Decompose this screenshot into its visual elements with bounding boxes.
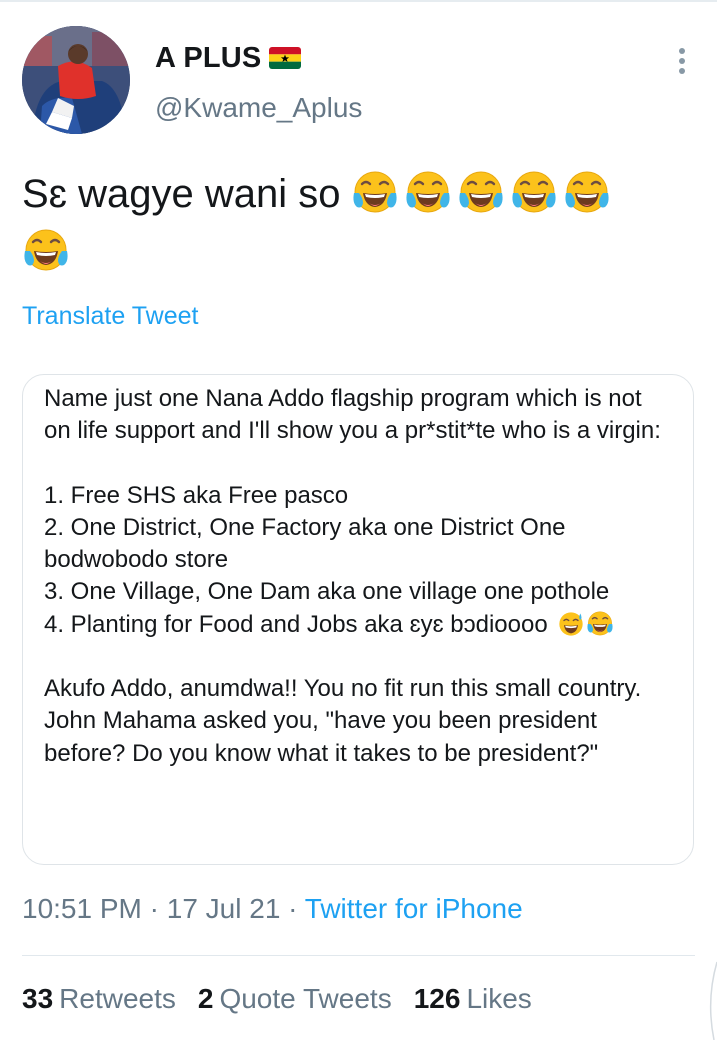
face-with-tears-of-joy-icon <box>586 610 614 638</box>
more-options-icon[interactable] <box>670 46 694 76</box>
retweets-stat[interactable]: 33 Retweets <box>22 983 176 1015</box>
tweet-text-body: Sɛ wagye wani so <box>22 172 341 216</box>
likes-label: Likes <box>466 983 532 1014</box>
face-with-tears-of-joy-icon <box>22 227 70 275</box>
scroll-edge-decoration <box>709 961 717 1040</box>
quote-item: 1. Free SHS aka Free pasco <box>44 481 349 509</box>
top-divider <box>0 0 717 2</box>
display-name-row: A PLUS <box>155 40 362 76</box>
tweet-time: 10:51 PM <box>22 893 142 924</box>
face-with-tears-of-joy-icon <box>351 169 399 217</box>
ghana-flag-icon <box>269 47 302 69</box>
face-with-tears-of-joy-icon <box>404 169 452 217</box>
display-name: A PLUS <box>155 41 262 74</box>
tweet-meta: 10:51 PM · 17 Jul 21 · Twitter for iPhon… <box>22 893 523 925</box>
tweet-text: Sɛ wagye wani so <box>22 165 694 281</box>
retweets-count: 33 <box>22 983 54 1014</box>
stats-divider <box>22 955 695 956</box>
meta-separator: · <box>288 893 298 924</box>
quote-tweets-label: Quote Tweets <box>219 983 392 1014</box>
tweet-date: 17 Jul 21 <box>166 893 281 924</box>
quote-item: 4. Planting for Food and Jobs aka ɛyɛ bɔ… <box>44 610 548 638</box>
likes-stat[interactable]: 126 Likes <box>414 983 532 1015</box>
quote-item: 2. One District, One Factory aka one Dis… <box>44 513 566 574</box>
quote-item: 3. One Village, One Dam aka one village … <box>44 578 610 606</box>
face-with-tears-of-joy-icon <box>510 169 558 217</box>
quote-intro: Name just one Nana Addo flagship program… <box>44 385 661 445</box>
retweets-label: Retweets <box>59 983 176 1014</box>
user-info[interactable]: A PLUS @Kwame_Aplus <box>155 40 362 124</box>
meta-separator: · <box>149 893 159 924</box>
avatar-photo <box>22 26 130 134</box>
translate-tweet-link[interactable]: Translate Tweet <box>22 302 198 331</box>
avatar[interactable] <box>22 26 130 134</box>
tweet-header: A PLUS @Kwame_Aplus <box>22 26 694 136</box>
likes-count: 126 <box>413 983 461 1014</box>
quoted-tweet-card[interactable]: Name just one Nana Addo flagship program… <box>22 374 694 865</box>
grinning-face-with-sweat-icon <box>557 610 585 638</box>
engagement-stats: 33 Retweets 2 Quote Tweets 126 Likes <box>22 983 532 1015</box>
face-with-tears-of-joy-icon <box>457 169 505 217</box>
quote-outro: Akufo Addo, anumdwa!! You no fit run thi… <box>44 675 642 767</box>
quote-tweets-stat[interactable]: 2 Quote Tweets <box>198 983 392 1015</box>
quote-item-with-emoji: 4. Planting for Food and Jobs aka ɛyɛ bɔ… <box>44 609 673 641</box>
tweet-source-link[interactable]: Twitter for iPhone <box>305 893 523 924</box>
user-handle: @Kwame_Aplus <box>155 92 363 123</box>
quote-tweets-count: 2 <box>197 983 214 1014</box>
face-with-tears-of-joy-icon <box>563 169 611 217</box>
